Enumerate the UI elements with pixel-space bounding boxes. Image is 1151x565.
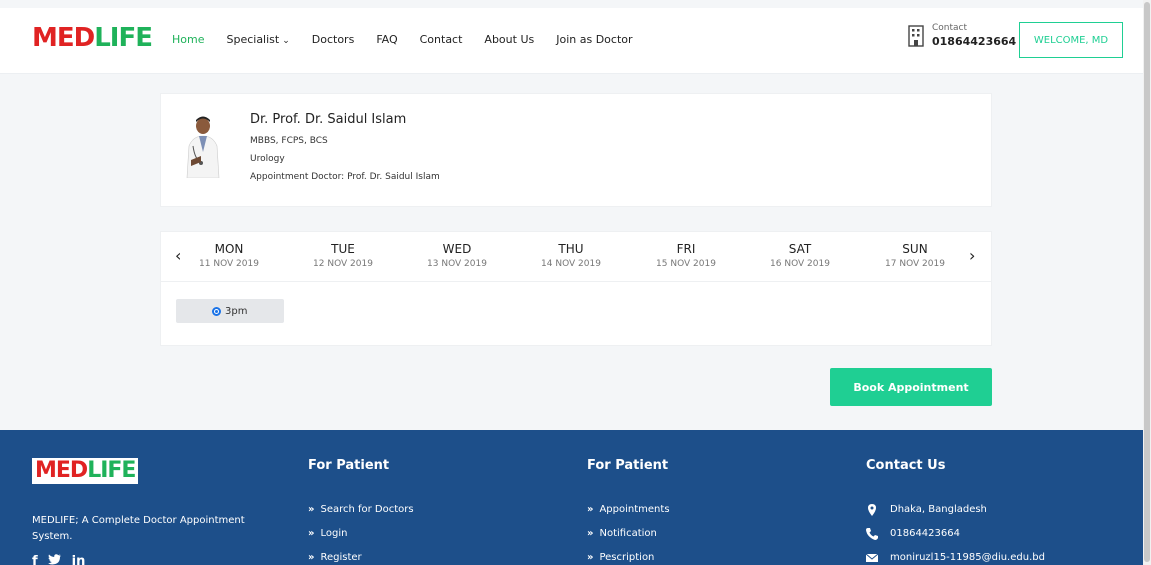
doctor-name: Dr. Prof. Dr. Saidul Islam	[250, 112, 407, 127]
footer-col2-title: For Patient	[587, 458, 669, 473]
header-contact: Contact 01864423664	[906, 22, 1016, 50]
contact-phone-row: 01864423664	[866, 522, 1045, 546]
nav-contact[interactable]: Contact	[420, 32, 463, 49]
schedule-card: ‹ MON 11 NOV 2019 TUE 12 NOV 2019 WED 13…	[160, 231, 992, 346]
nav-home[interactable]: Home	[172, 32, 204, 49]
doctor-avatar	[179, 112, 227, 178]
social-links: f in	[32, 554, 85, 565]
site-header: MEDLIFE Home Specialist ⌄ Doctors FAQ Con…	[0, 8, 1143, 74]
day-wed[interactable]: WED 13 NOV 2019	[417, 241, 497, 271]
footer-link-login[interactable]: » Login	[308, 522, 414, 546]
double-chevron-right-icon: »	[587, 552, 594, 563]
scrollbar-thumb[interactable]	[1144, 2, 1150, 562]
day-tue[interactable]: TUE 12 NOV 2019	[303, 241, 383, 271]
linkedin-icon[interactable]: in	[72, 554, 86, 565]
twitter-icon[interactable]	[47, 554, 62, 565]
footer-link-appointments[interactable]: » Appointments	[587, 498, 670, 522]
chevron-left-icon[interactable]: ‹	[175, 246, 181, 265]
contact-email-row: moniruzl15-11985@diu.edu.bd	[866, 546, 1045, 565]
day-sun[interactable]: SUN 17 NOV 2019	[875, 241, 955, 271]
double-chevron-right-icon: »	[308, 528, 315, 539]
day-sat[interactable]: SAT 16 NOV 2019	[760, 241, 840, 271]
double-chevron-right-icon: »	[587, 504, 594, 515]
days-row: ‹ MON 11 NOV 2019 TUE 12 NOV 2019 WED 13…	[161, 232, 991, 282]
building-icon	[908, 25, 924, 47]
site-logo[interactable]: MEDLIFE	[32, 21, 153, 55]
footer-link-notification[interactable]: » Notification	[587, 522, 670, 546]
double-chevron-right-icon: »	[308, 504, 315, 515]
nav-specialist[interactable]: Specialist ⌄	[226, 32, 289, 49]
footer-logo[interactable]: MEDLIFE	[32, 458, 139, 484]
doctor-degrees: MBBS, FCPS, BCS	[250, 136, 328, 146]
day-thu[interactable]: THU 14 NOV 2019	[531, 241, 611, 271]
time-slot-3pm[interactable]: 3pm	[176, 299, 284, 323]
day-mon[interactable]: MON 11 NOV 2019	[189, 241, 269, 271]
facebook-icon[interactable]: f	[32, 554, 38, 565]
contact-phone: 01864423664	[932, 35, 1017, 48]
footer-contact-title: Contact Us	[866, 458, 946, 473]
nav-join-as-doctor[interactable]: Join as Doctor	[556, 32, 632, 49]
nav-doctors[interactable]: Doctors	[312, 32, 355, 49]
footer-tagline: MEDLIFE; A Complete Doctor Appointment S…	[32, 515, 245, 542]
doctor-card: Dr. Prof. Dr. Saidul Islam MBBS, FCPS, B…	[160, 93, 992, 207]
book-appointment-button[interactable]: Book Appointment	[830, 368, 992, 406]
chevron-down-icon: ⌄	[282, 36, 290, 46]
footer-link-prescription[interactable]: » Pescription	[587, 546, 670, 565]
chevron-right-icon[interactable]: ›	[969, 246, 975, 265]
phone-icon	[866, 528, 878, 540]
scrollbar[interactable]	[1143, 0, 1151, 565]
footer-link-register[interactable]: » Register	[308, 546, 414, 565]
double-chevron-right-icon: »	[308, 552, 315, 563]
footer-col1-links: » Search for Doctors » Login » Register	[308, 498, 414, 565]
contact-label: Contact	[932, 23, 968, 33]
double-chevron-right-icon: »	[587, 528, 594, 539]
location-pin-icon	[868, 504, 876, 516]
footer-col1-title: For Patient	[308, 458, 390, 473]
radio-icon[interactable]	[212, 306, 221, 316]
day-fri[interactable]: FRI 15 NOV 2019	[646, 241, 726, 271]
nav-about-us[interactable]: About Us	[484, 32, 534, 49]
nav-faq[interactable]: FAQ	[376, 32, 397, 49]
appointment-doctor: Appointment Doctor: Prof. Dr. Saidul Isl…	[250, 172, 440, 182]
main-nav: Home Specialist ⌄ Doctors FAQ Contact Abo…	[172, 32, 655, 49]
footer-contact-list: Dhaka, Bangladesh 01864423664 moniruzl15…	[866, 498, 1045, 565]
footer-link-search-doctors[interactable]: » Search for Doctors	[308, 498, 414, 522]
doctor-department: Urology	[250, 154, 285, 164]
contact-address: Dhaka, Bangladesh	[866, 498, 1045, 522]
footer-col2-links: » Appointments » Notification » Pescription	[587, 498, 670, 565]
welcome-button[interactable]: WELCOME, MD	[1019, 22, 1123, 58]
envelope-icon	[866, 553, 878, 562]
site-footer: MEDLIFE MEDLIFE; A Complete Doctor Appoi…	[0, 430, 1143, 565]
